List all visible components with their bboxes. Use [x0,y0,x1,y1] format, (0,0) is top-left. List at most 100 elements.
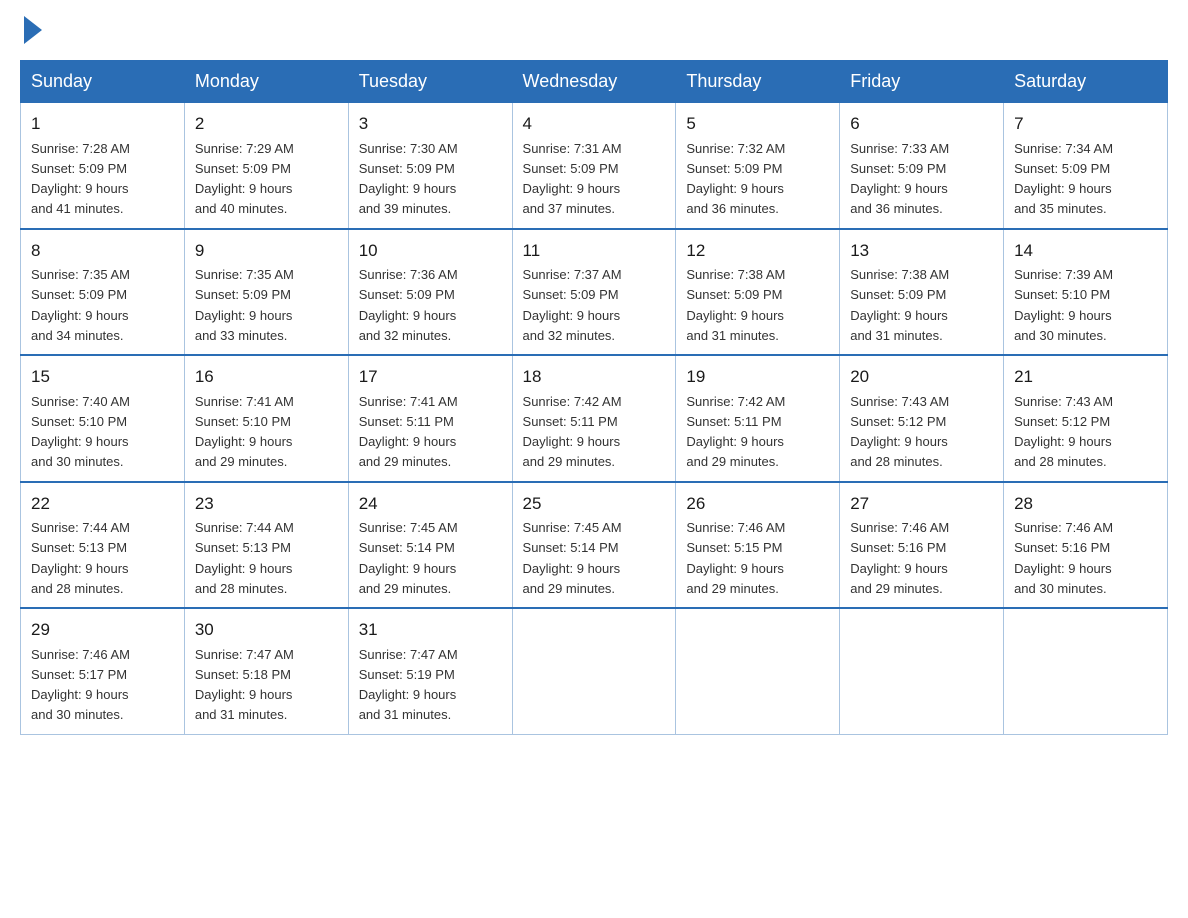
column-header-monday: Monday [184,61,348,103]
day-number: 2 [195,111,338,137]
day-number: 3 [359,111,502,137]
column-header-friday: Friday [840,61,1004,103]
calendar-cell: 4 Sunrise: 7:31 AMSunset: 5:09 PMDayligh… [512,103,676,229]
calendar-cell: 10 Sunrise: 7:36 AMSunset: 5:09 PMDaylig… [348,229,512,356]
day-info: Sunrise: 7:45 AMSunset: 5:14 PMDaylight:… [359,520,458,596]
calendar-cell: 9 Sunrise: 7:35 AMSunset: 5:09 PMDayligh… [184,229,348,356]
day-number: 22 [31,491,174,517]
day-number: 5 [686,111,829,137]
calendar-cell: 2 Sunrise: 7:29 AMSunset: 5:09 PMDayligh… [184,103,348,229]
column-header-tuesday: Tuesday [348,61,512,103]
day-info: Sunrise: 7:42 AMSunset: 5:11 PMDaylight:… [686,394,785,470]
day-info: Sunrise: 7:47 AMSunset: 5:18 PMDaylight:… [195,647,294,723]
logo-arrow-icon [24,16,42,44]
day-info: Sunrise: 7:41 AMSunset: 5:10 PMDaylight:… [195,394,294,470]
day-info: Sunrise: 7:28 AMSunset: 5:09 PMDaylight:… [31,141,130,217]
day-number: 26 [686,491,829,517]
calendar-cell: 1 Sunrise: 7:28 AMSunset: 5:09 PMDayligh… [21,103,185,229]
calendar-cell: 21 Sunrise: 7:43 AMSunset: 5:12 PMDaylig… [1004,355,1168,482]
day-number: 16 [195,364,338,390]
day-info: Sunrise: 7:38 AMSunset: 5:09 PMDaylight:… [850,267,949,343]
calendar-cell: 18 Sunrise: 7:42 AMSunset: 5:11 PMDaylig… [512,355,676,482]
calendar-table: SundayMondayTuesdayWednesdayThursdayFrid… [20,60,1168,735]
day-number: 20 [850,364,993,390]
calendar-cell: 20 Sunrise: 7:43 AMSunset: 5:12 PMDaylig… [840,355,1004,482]
day-number: 6 [850,111,993,137]
calendar-cell: 7 Sunrise: 7:34 AMSunset: 5:09 PMDayligh… [1004,103,1168,229]
day-number: 4 [523,111,666,137]
calendar-cell: 23 Sunrise: 7:44 AMSunset: 5:13 PMDaylig… [184,482,348,609]
day-info: Sunrise: 7:47 AMSunset: 5:19 PMDaylight:… [359,647,458,723]
day-number: 30 [195,617,338,643]
calendar-cell: 15 Sunrise: 7:40 AMSunset: 5:10 PMDaylig… [21,355,185,482]
day-info: Sunrise: 7:37 AMSunset: 5:09 PMDaylight:… [523,267,622,343]
day-info: Sunrise: 7:44 AMSunset: 5:13 PMDaylight:… [31,520,130,596]
day-info: Sunrise: 7:46 AMSunset: 5:17 PMDaylight:… [31,647,130,723]
day-number: 18 [523,364,666,390]
calendar-cell: 19 Sunrise: 7:42 AMSunset: 5:11 PMDaylig… [676,355,840,482]
day-info: Sunrise: 7:46 AMSunset: 5:16 PMDaylight:… [850,520,949,596]
day-info: Sunrise: 7:43 AMSunset: 5:12 PMDaylight:… [850,394,949,470]
day-number: 1 [31,111,174,137]
day-number: 11 [523,238,666,264]
day-info: Sunrise: 7:40 AMSunset: 5:10 PMDaylight:… [31,394,130,470]
column-header-wednesday: Wednesday [512,61,676,103]
day-info: Sunrise: 7:36 AMSunset: 5:09 PMDaylight:… [359,267,458,343]
day-number: 28 [1014,491,1157,517]
day-number: 23 [195,491,338,517]
calendar-cell: 11 Sunrise: 7:37 AMSunset: 5:09 PMDaylig… [512,229,676,356]
day-info: Sunrise: 7:35 AMSunset: 5:09 PMDaylight:… [31,267,130,343]
calendar-cell: 29 Sunrise: 7:46 AMSunset: 5:17 PMDaylig… [21,608,185,734]
day-number: 15 [31,364,174,390]
calendar-cell: 8 Sunrise: 7:35 AMSunset: 5:09 PMDayligh… [21,229,185,356]
calendar-cell: 13 Sunrise: 7:38 AMSunset: 5:09 PMDaylig… [840,229,1004,356]
calendar-cell [1004,608,1168,734]
calendar-cell: 30 Sunrise: 7:47 AMSunset: 5:18 PMDaylig… [184,608,348,734]
logo [20,20,42,40]
day-info: Sunrise: 7:30 AMSunset: 5:09 PMDaylight:… [359,141,458,217]
calendar-cell [840,608,1004,734]
calendar-header-row: SundayMondayTuesdayWednesdayThursdayFrid… [21,61,1168,103]
day-number: 21 [1014,364,1157,390]
day-info: Sunrise: 7:46 AMSunset: 5:16 PMDaylight:… [1014,520,1113,596]
calendar-cell: 3 Sunrise: 7:30 AMSunset: 5:09 PMDayligh… [348,103,512,229]
calendar-cell: 22 Sunrise: 7:44 AMSunset: 5:13 PMDaylig… [21,482,185,609]
day-info: Sunrise: 7:41 AMSunset: 5:11 PMDaylight:… [359,394,458,470]
day-number: 8 [31,238,174,264]
calendar-cell: 14 Sunrise: 7:39 AMSunset: 5:10 PMDaylig… [1004,229,1168,356]
day-number: 24 [359,491,502,517]
day-info: Sunrise: 7:44 AMSunset: 5:13 PMDaylight:… [195,520,294,596]
calendar-cell: 16 Sunrise: 7:41 AMSunset: 5:10 PMDaylig… [184,355,348,482]
column-header-sunday: Sunday [21,61,185,103]
day-number: 9 [195,238,338,264]
day-number: 29 [31,617,174,643]
day-number: 14 [1014,238,1157,264]
day-number: 10 [359,238,502,264]
column-header-thursday: Thursday [676,61,840,103]
calendar-cell: 31 Sunrise: 7:47 AMSunset: 5:19 PMDaylig… [348,608,512,734]
day-info: Sunrise: 7:35 AMSunset: 5:09 PMDaylight:… [195,267,294,343]
calendar-cell: 27 Sunrise: 7:46 AMSunset: 5:16 PMDaylig… [840,482,1004,609]
day-info: Sunrise: 7:31 AMSunset: 5:09 PMDaylight:… [523,141,622,217]
day-info: Sunrise: 7:42 AMSunset: 5:11 PMDaylight:… [523,394,622,470]
calendar-cell: 24 Sunrise: 7:45 AMSunset: 5:14 PMDaylig… [348,482,512,609]
day-info: Sunrise: 7:34 AMSunset: 5:09 PMDaylight:… [1014,141,1113,217]
calendar-cell: 25 Sunrise: 7:45 AMSunset: 5:14 PMDaylig… [512,482,676,609]
day-info: Sunrise: 7:45 AMSunset: 5:14 PMDaylight:… [523,520,622,596]
calendar-cell: 28 Sunrise: 7:46 AMSunset: 5:16 PMDaylig… [1004,482,1168,609]
calendar-cell [512,608,676,734]
calendar-cell [676,608,840,734]
page-header [20,20,1168,40]
day-number: 13 [850,238,993,264]
day-info: Sunrise: 7:32 AMSunset: 5:09 PMDaylight:… [686,141,785,217]
day-number: 31 [359,617,502,643]
day-number: 27 [850,491,993,517]
column-header-saturday: Saturday [1004,61,1168,103]
day-number: 19 [686,364,829,390]
calendar-cell: 12 Sunrise: 7:38 AMSunset: 5:09 PMDaylig… [676,229,840,356]
day-info: Sunrise: 7:43 AMSunset: 5:12 PMDaylight:… [1014,394,1113,470]
calendar-cell: 5 Sunrise: 7:32 AMSunset: 5:09 PMDayligh… [676,103,840,229]
day-number: 12 [686,238,829,264]
calendar-cell: 6 Sunrise: 7:33 AMSunset: 5:09 PMDayligh… [840,103,1004,229]
day-info: Sunrise: 7:39 AMSunset: 5:10 PMDaylight:… [1014,267,1113,343]
